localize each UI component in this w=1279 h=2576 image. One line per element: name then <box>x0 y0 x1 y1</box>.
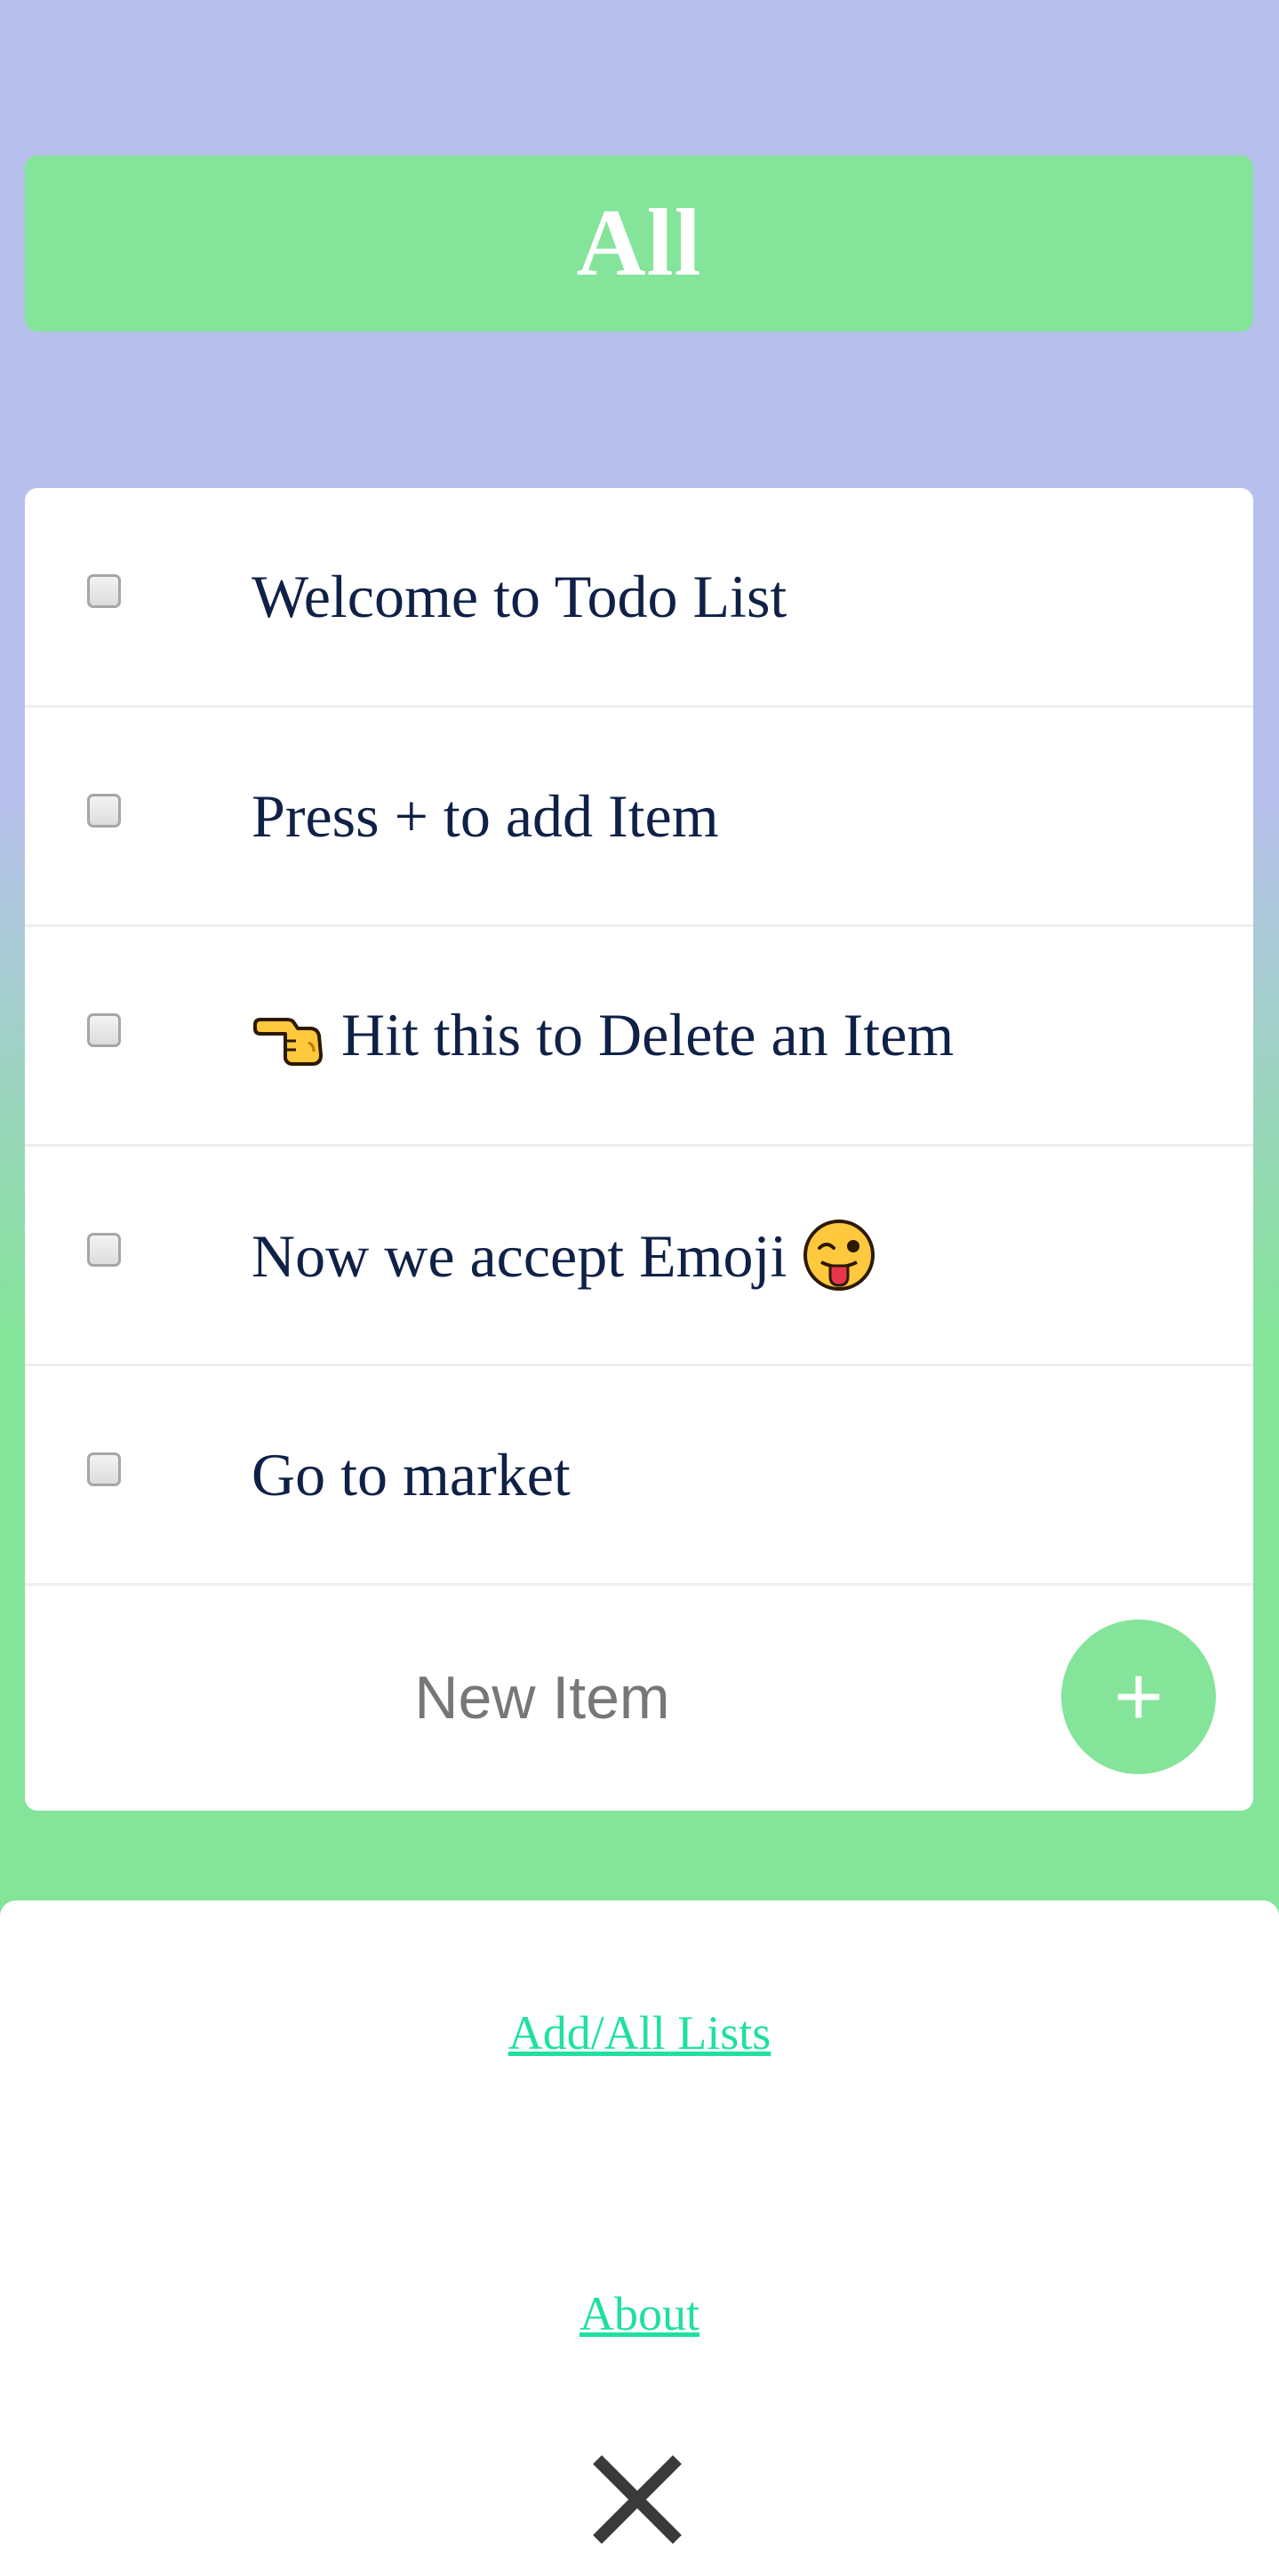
list-title: All <box>576 190 702 296</box>
todo-item: Welcome to Todo List <box>25 488 1253 708</box>
todo-checkbox[interactable] <box>87 1013 121 1047</box>
todo-checkbox[interactable] <box>87 1233 121 1267</box>
todo-item: Now we accept Emoji <box>25 1147 1253 1366</box>
todo-item: Hit this to Delete an Item <box>25 927 1253 1147</box>
new-item-row: + <box>25 1586 1253 1805</box>
todo-checkbox[interactable] <box>87 574 121 608</box>
todo-checkbox[interactable] <box>87 794 121 828</box>
todo-item: Go to market <box>25 1366 1253 1586</box>
add-item-button[interactable]: + <box>1061 1620 1216 1774</box>
todo-item: Press + to add Item <box>25 708 1253 927</box>
todo-list-card: Welcome to Todo List Press + to add Item… <box>25 488 1253 1811</box>
todo-text-with-emoji[interactable]: Now we accept Emoji <box>252 1218 1218 1292</box>
backhand-index-pointing-left-icon <box>253 1017 323 1066</box>
todo-text-with-emoji[interactable]: Hit this to Delete an Item <box>252 1004 1218 1068</box>
winking-face-with-tongue-icon <box>803 1220 875 1291</box>
new-item-input[interactable] <box>96 1639 988 1756</box>
todo-text: Hit this to Delete an Item <box>341 1000 955 1068</box>
todo-checkbox[interactable] <box>87 1452 121 1486</box>
close-icon[interactable] <box>591 2453 683 2546</box>
todo-text[interactable]: Welcome to Todo List <box>252 566 1218 627</box>
todo-text: Now we accept Emoji <box>252 1222 787 1290</box>
todo-text[interactable]: Press + to add Item <box>252 786 1218 846</box>
list-title-bar: All <box>25 156 1253 332</box>
about-link[interactable]: About <box>0 2286 1279 2341</box>
todo-text[interactable]: Go to market <box>252 1444 1218 1505</box>
add-all-lists-link[interactable]: Add/All Lists <box>0 2005 1279 2060</box>
